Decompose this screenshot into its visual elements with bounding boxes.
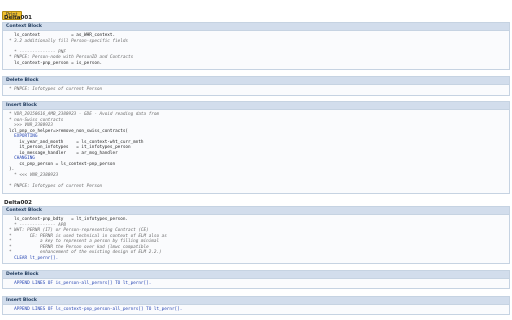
insert-block: Insert Block * VDR_20150616_AMB_2380923 … <box>2 101 510 194</box>
context-block: Context Block ls_context = as_WHR_contex… <box>2 22 510 70</box>
block-header: Delete Block <box>3 77 509 85</box>
code-line: * PNPCE: Infotypes of current Person <box>9 87 103 92</box>
code-line: APPEND LINES OF is_person-all_pernrs[] T… <box>9 281 152 286</box>
code-line: CLEAR lt_pernr[]. <box>9 255 59 261</box>
code-area: * VDR_20150616_AMB_2380923 - GDE - Avoid… <box>3 110 509 189</box>
block-header: Context Block <box>3 23 509 31</box>
block-header: Context Block <box>3 207 509 215</box>
code-area: APPEND LINES OF is_person-all_pernrs[] T… <box>3 279 509 287</box>
toolbar: Print <box>2 1 22 20</box>
section-title: Delta001 <box>4 15 33 21</box>
context-block: Context Block ls_context-pnp_bdty = lt_i… <box>2 206 510 264</box>
code-area: * PNPCE: Infotypes of current Person <box>3 85 509 93</box>
delete-block: Delete Block APPEND LINES OF is_person-a… <box>2 270 510 289</box>
code-area: ls_context = as_WHR_context. * 3.2 additi… <box>3 31 509 66</box>
code-line: ls_context-pnp_person = is_person. <box>9 60 103 66</box>
code-area: APPEND LINES OF ls_context-pnp_person-al… <box>3 305 509 313</box>
block-header: Insert Block <box>3 102 509 110</box>
block-header: Insert Block <box>3 297 509 305</box>
code-line: APPEND LINES OF ls_context-pnp_person-al… <box>9 307 183 312</box>
delete-block: Delete Block * PNPCE: Infotypes of curre… <box>2 76 510 96</box>
insert-block: Insert Block APPEND LINES OF ls_context-… <box>2 296 510 315</box>
block-header: Delete Block <box>3 271 509 279</box>
code-line: * PNPCE: Infotypes of current Person <box>9 183 103 189</box>
code-area: ls_context-pnp_bdty = lt_infotypes_perso… <box>3 215 509 261</box>
